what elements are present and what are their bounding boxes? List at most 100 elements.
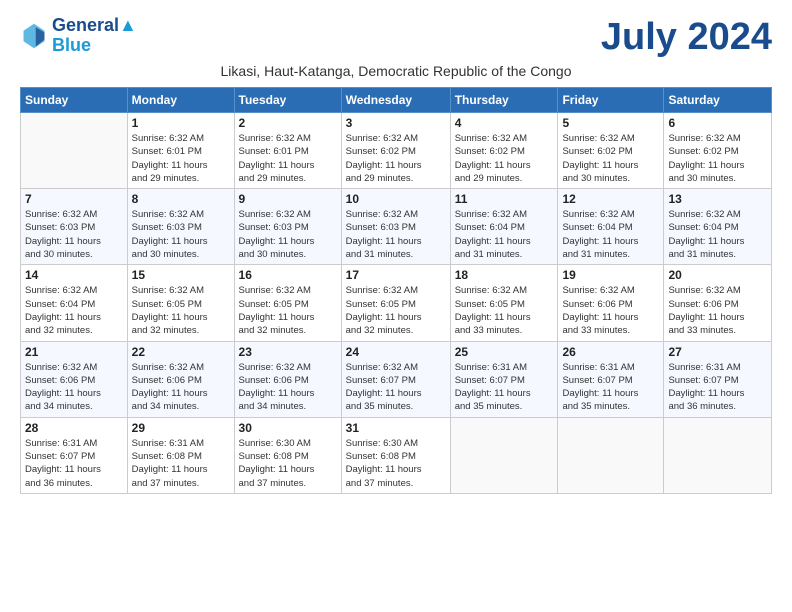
calendar-cell: 21Sunrise: 6:32 AMSunset: 6:06 PMDayligh… — [21, 341, 128, 417]
calendar-cell: 30 Sunrise: 6:30 AMSunset: 6:08 PMDayligh… — [234, 417, 341, 493]
calendar-cell: 19 Sunrise: 6:32 AMSunset: 6:06 PMDayligh… — [558, 265, 664, 341]
calendar-week-3: 14Sunrise: 6:32 AMSunset: 6:04 PMDayligh… — [21, 265, 772, 341]
calendar-cell: 6 Sunrise: 6:32 AMSunset: 6:02 PMDaylight… — [664, 113, 772, 189]
day-number: 30 — [239, 421, 337, 435]
day-number: 19 — [562, 268, 659, 282]
calendar-cell: 8 Sunrise: 6:32 AMSunset: 6:03 PMDaylight… — [127, 189, 234, 265]
day-number: 18 — [455, 268, 554, 282]
day-number: 11 — [455, 192, 554, 206]
day-info: Sunrise: 6:32 AMSunset: 6:04 PMDaylight:… — [455, 208, 554, 261]
calendar-cell: 23 Sunrise: 6:32 AMSunset: 6:06 PMDayligh… — [234, 341, 341, 417]
day-number: 28 — [25, 421, 123, 435]
day-number: 16 — [239, 268, 337, 282]
calendar-table: SundayMondayTuesdayWednesdayThursdayFrid… — [20, 87, 772, 494]
day-number: 20 — [668, 268, 767, 282]
day-info: Sunrise: 6:32 AMSunset: 6:02 PMDaylight:… — [562, 132, 659, 185]
day-info: Sunrise: 6:30 AMSunset: 6:08 PMDaylight:… — [239, 437, 337, 490]
day-info: Sunrise: 6:32 AMSunset: 6:04 PMDaylight:… — [562, 208, 659, 261]
day-number: 4 — [455, 116, 554, 130]
day-number: 14 — [25, 268, 123, 282]
day-number: 29 — [132, 421, 230, 435]
day-info: Sunrise: 6:32 AMSunset: 6:03 PMDaylight:… — [239, 208, 337, 261]
day-info: Sunrise: 6:32 AMSunset: 6:06 PMDaylight:… — [25, 361, 123, 414]
day-number: 17 — [346, 268, 446, 282]
day-info: Sunrise: 6:32 AMSunset: 6:02 PMDaylight:… — [668, 132, 767, 185]
day-info: Sunrise: 6:32 AMSunset: 6:03 PMDaylight:… — [132, 208, 230, 261]
calendar-cell: 17 Sunrise: 6:32 AMSunset: 6:05 PMDayligh… — [341, 265, 450, 341]
logo-text: General▲ Blue — [52, 16, 137, 56]
col-header-wednesday: Wednesday — [341, 88, 450, 113]
calendar-week-5: 28 Sunrise: 6:31 AMSunset: 6:07 PMDayligh… — [21, 417, 772, 493]
day-info: Sunrise: 6:31 AMSunset: 6:07 PMDaylight:… — [455, 361, 554, 414]
day-number: 15 — [132, 268, 230, 282]
day-number: 24 — [346, 345, 446, 359]
day-number: 8 — [132, 192, 230, 206]
month-title: July 2024 — [601, 16, 772, 59]
day-info: Sunrise: 6:32 AMSunset: 6:05 PMDaylight:… — [346, 284, 446, 337]
calendar-cell — [450, 417, 558, 493]
day-number: 26 — [562, 345, 659, 359]
day-info: Sunrise: 6:32 AMSunset: 6:05 PMDaylight:… — [132, 284, 230, 337]
day-info: Sunrise: 6:32 AMSunset: 6:05 PMDaylight:… — [455, 284, 554, 337]
day-number: 7 — [25, 192, 123, 206]
day-number: 12 — [562, 192, 659, 206]
calendar-subtitle: Likasi, Haut-Katanga, Democratic Republi… — [20, 63, 772, 79]
day-number: 27 — [668, 345, 767, 359]
day-number: 6 — [668, 116, 767, 130]
day-info: Sunrise: 6:31 AMSunset: 6:08 PMDaylight:… — [132, 437, 230, 490]
day-number: 31 — [346, 421, 446, 435]
col-header-tuesday: Tuesday — [234, 88, 341, 113]
calendar-cell: 22 Sunrise: 6:32 AMSunset: 6:06 PMDayligh… — [127, 341, 234, 417]
logo-icon — [20, 22, 48, 50]
calendar-week-4: 21Sunrise: 6:32 AMSunset: 6:06 PMDayligh… — [21, 341, 772, 417]
day-info: Sunrise: 6:31 AMSunset: 6:07 PMDaylight:… — [562, 361, 659, 414]
calendar-cell: 12 Sunrise: 6:32 AMSunset: 6:04 PMDayligh… — [558, 189, 664, 265]
calendar-cell: 13Sunrise: 6:32 AMSunset: 6:04 PMDayligh… — [664, 189, 772, 265]
calendar-cell: 9 Sunrise: 6:32 AMSunset: 6:03 PMDaylight… — [234, 189, 341, 265]
calendar-week-2: 7 Sunrise: 6:32 AMSunset: 6:03 PMDaylight… — [21, 189, 772, 265]
day-info: Sunrise: 6:32 AMSunset: 6:03 PMDaylight:… — [25, 208, 123, 261]
calendar-cell: 11 Sunrise: 6:32 AMSunset: 6:04 PMDayligh… — [450, 189, 558, 265]
calendar-cell — [664, 417, 772, 493]
day-info: Sunrise: 6:31 AMSunset: 6:07 PMDaylight:… — [668, 361, 767, 414]
day-info: Sunrise: 6:32 AMSunset: 6:06 PMDaylight:… — [132, 361, 230, 414]
calendar-cell: 25 Sunrise: 6:31 AMSunset: 6:07 PMDayligh… — [450, 341, 558, 417]
day-number: 9 — [239, 192, 337, 206]
day-number: 13 — [668, 192, 767, 206]
day-number: 10 — [346, 192, 446, 206]
day-number: 2 — [239, 116, 337, 130]
day-number: 3 — [346, 116, 446, 130]
calendar-cell: 18 Sunrise: 6:32 AMSunset: 6:05 PMDayligh… — [450, 265, 558, 341]
col-header-friday: Friday — [558, 88, 664, 113]
day-info: Sunrise: 6:30 AMSunset: 6:08 PMDaylight:… — [346, 437, 446, 490]
calendar-cell: 15 Sunrise: 6:32 AMSunset: 6:05 PMDayligh… — [127, 265, 234, 341]
calendar-week-1: 1Sunrise: 6:32 AMSunset: 6:01 PMDaylight… — [21, 113, 772, 189]
calendar-cell: 1Sunrise: 6:32 AMSunset: 6:01 PMDaylight… — [127, 113, 234, 189]
calendar-cell: 24Sunrise: 6:32 AMSunset: 6:07 PMDayligh… — [341, 341, 450, 417]
calendar-cell — [558, 417, 664, 493]
calendar-cell: 29 Sunrise: 6:31 AMSunset: 6:08 PMDayligh… — [127, 417, 234, 493]
calendar-cell — [21, 113, 128, 189]
calendar-cell: 5Sunrise: 6:32 AMSunset: 6:02 PMDaylight… — [558, 113, 664, 189]
col-header-sunday: Sunday — [21, 88, 128, 113]
calendar-cell: 10 Sunrise: 6:32 AMSunset: 6:03 PMDayligh… — [341, 189, 450, 265]
calendar-cell: 7 Sunrise: 6:32 AMSunset: 6:03 PMDaylight… — [21, 189, 128, 265]
day-number: 23 — [239, 345, 337, 359]
calendar-cell: 20Sunrise: 6:32 AMSunset: 6:06 PMDayligh… — [664, 265, 772, 341]
day-number: 25 — [455, 345, 554, 359]
calendar-cell: 26 Sunrise: 6:31 AMSunset: 6:07 PMDayligh… — [558, 341, 664, 417]
day-info: Sunrise: 6:32 AMSunset: 6:03 PMDaylight:… — [346, 208, 446, 261]
day-info: Sunrise: 6:32 AMSunset: 6:05 PMDaylight:… — [239, 284, 337, 337]
day-info: Sunrise: 6:32 AMSunset: 6:02 PMDaylight:… — [346, 132, 446, 185]
day-info: Sunrise: 6:32 AMSunset: 6:01 PMDaylight:… — [132, 132, 230, 185]
calendar-cell: 27 Sunrise: 6:31 AMSunset: 6:07 PMDayligh… — [664, 341, 772, 417]
day-number: 22 — [132, 345, 230, 359]
day-info: Sunrise: 6:31 AMSunset: 6:07 PMDaylight:… — [25, 437, 123, 490]
col-header-monday: Monday — [127, 88, 234, 113]
calendar-cell: 16 Sunrise: 6:32 AMSunset: 6:05 PMDayligh… — [234, 265, 341, 341]
calendar-cell: 28 Sunrise: 6:31 AMSunset: 6:07 PMDayligh… — [21, 417, 128, 493]
day-info: Sunrise: 6:32 AMSunset: 6:06 PMDaylight:… — [562, 284, 659, 337]
calendar-cell: 2Sunrise: 6:32 AMSunset: 6:01 PMDaylight… — [234, 113, 341, 189]
col-header-thursday: Thursday — [450, 88, 558, 113]
day-info: Sunrise: 6:32 AMSunset: 6:06 PMDaylight:… — [239, 361, 337, 414]
